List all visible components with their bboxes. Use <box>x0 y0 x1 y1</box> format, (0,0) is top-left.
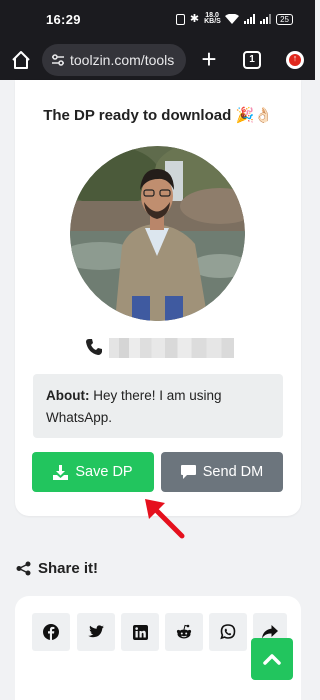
save-dp-label: Save DP <box>75 464 133 480</box>
signal-icon <box>244 14 256 24</box>
wifi-icon <box>225 14 240 24</box>
card-title: The DP ready to download 🎉👌🏻 <box>15 106 301 124</box>
profile-picture <box>70 146 245 321</box>
vibrate-icon <box>175 13 185 25</box>
scroll-to-top-button[interactable] <box>251 638 293 680</box>
about-label: About: <box>46 388 90 403</box>
linkedin-icon <box>132 624 148 640</box>
update-arrow-icon: ↑ <box>292 53 298 63</box>
send-dm-label: Send DM <box>202 464 264 480</box>
send-dm-button[interactable]: Send DM <box>161 452 283 492</box>
facebook-icon <box>43 624 59 640</box>
address-bar[interactable]: toolzin.com/tools <box>42 44 186 76</box>
share-heading-text: Share it! <box>38 560 99 577</box>
phone-number-redacted <box>109 338 234 358</box>
download-icon <box>53 464 69 480</box>
card-title-emoji: 🎉👌🏻 <box>235 107 273 124</box>
message-icon <box>180 465 196 479</box>
status-bar: 16:29 ✱ 18.0 KB/S 25 <box>0 0 315 40</box>
about-box: About: Hey there! I am using WhatsApp. <box>33 374 283 438</box>
save-dp-button[interactable]: Save DP <box>32 452 154 492</box>
phone-number-row <box>85 336 255 358</box>
status-icons: ✱ 18.0 KB/S 25 <box>175 12 293 25</box>
annotation-arrow-icon <box>145 499 185 539</box>
bluetooth-icon: ✱ <box>189 12 200 25</box>
status-time: 16:29 <box>46 12 81 27</box>
share-arrow-icon <box>262 625 278 639</box>
twitter-icon <box>88 625 104 638</box>
share-facebook-button[interactable] <box>32 613 70 651</box>
signal-icon-2 <box>260 14 272 24</box>
share-whatsapp-button[interactable] <box>209 613 247 651</box>
whatsapp-icon <box>220 624 236 640</box>
profile-card: The DP ready to download 🎉👌🏻 About: Hey … <box>15 80 301 516</box>
share-heading: Share it! <box>16 560 98 577</box>
card-title-text: The DP ready to download <box>43 107 232 124</box>
new-tab-icon[interactable]: + <box>200 46 218 72</box>
share-reddit-button[interactable] <box>165 613 203 651</box>
home-icon[interactable] <box>10 49 32 71</box>
phone-icon <box>86 339 102 355</box>
tab-switcher-button[interactable]: 1 <box>243 51 261 69</box>
network-speed: 18.0 KB/S <box>204 12 221 25</box>
url-text: toolzin.com/tools <box>70 52 175 68</box>
share-twitter-button[interactable] <box>77 613 115 651</box>
site-settings-icon[interactable] <box>51 53 65 67</box>
chevron-up-icon <box>263 654 281 665</box>
share-linkedin-button[interactable] <box>121 613 159 651</box>
battery-icon: 25 <box>276 13 293 25</box>
share-icon <box>16 561 31 576</box>
reddit-icon <box>176 624 192 639</box>
browser-toolbar: toolzin.com/tools + 1 ↑ <box>0 40 315 80</box>
